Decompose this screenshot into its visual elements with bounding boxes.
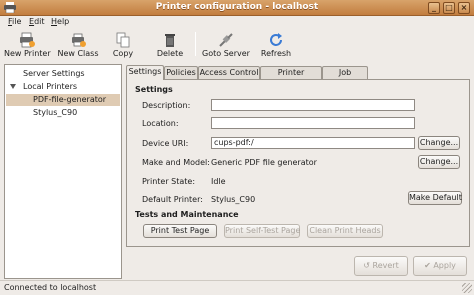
print-test-page-button[interactable]: Print Test Page (143, 224, 217, 238)
menu-bar: File Edit Help (0, 16, 474, 28)
tab-job-options[interactable]: Job Options (322, 66, 368, 89)
menu-edit-label: dit (34, 17, 45, 26)
description-label: Description: (142, 101, 191, 110)
make-default-button[interactable]: Make Default (408, 191, 462, 205)
revert-icon: ↺ (363, 261, 373, 270)
copy-button[interactable]: Copy (108, 30, 138, 58)
title-bar[interactable]: Printer configuration - localhost _ □ × (0, 0, 474, 16)
close-button[interactable]: × (458, 2, 470, 14)
revert-label: Revert (372, 261, 399, 270)
new-printer-button[interactable]: New Printer (4, 30, 51, 58)
delete-label: Delete (156, 49, 184, 58)
printer-state-label: Printer State: (142, 177, 196, 186)
device-uri-input[interactable]: cups-pdf:/ (211, 137, 415, 149)
apply-icon: ✔ (424, 261, 434, 270)
refresh-icon (270, 33, 282, 46)
new-class-button[interactable]: New Class (56, 30, 100, 58)
minimize-button[interactable]: _ (428, 2, 440, 14)
refresh-button[interactable]: Refresh (258, 30, 294, 58)
tree-item-local-printers[interactable]: Local Printers (6, 81, 120, 93)
goto-server-label: Goto Server (202, 49, 250, 58)
device-uri-label: Device URI: (142, 139, 189, 148)
description-input[interactable] (211, 99, 415, 111)
printer-state-value: Idle (211, 177, 226, 186)
print-self-test-button[interactable]: Print Self-Test Page (224, 224, 300, 238)
tree-item-pdf-file-generator[interactable]: PDF-file-generator (6, 94, 120, 106)
location-input[interactable] (211, 117, 415, 129)
toolbar: New Printer New Class Copy Delete Goto S… (0, 28, 474, 60)
change-uri-button[interactable]: Change... (418, 136, 460, 150)
location-label: Location: (142, 119, 179, 128)
toolbar-separator (195, 32, 196, 56)
expander-icon[interactable] (10, 84, 16, 89)
window-title: Printer configuration - localhost (155, 2, 319, 12)
tab-policies[interactable]: Policies (164, 66, 198, 80)
copy-icon (116, 32, 130, 48)
refresh-label: Refresh (260, 49, 292, 58)
menu-file-label: ile (12, 17, 22, 26)
default-printer-value: Stylus_C90 (211, 195, 256, 204)
settings-panel: Settings Description: Location: Device U… (126, 79, 470, 247)
tree-item-stylus-c90[interactable]: Stylus_C90 (6, 107, 120, 119)
new-printer-icon (20, 32, 35, 48)
goto-server-button[interactable]: Goto Server (202, 30, 250, 58)
maximize-button[interactable]: □ (443, 2, 455, 14)
tab-printer-options[interactable]: Printer Options (260, 66, 322, 89)
revert-button[interactable]: ↺ Revert (354, 256, 408, 276)
default-printer-label: Default Printer: (142, 195, 203, 204)
change-model-button[interactable]: Change... (418, 155, 460, 169)
resize-grip[interactable] (462, 283, 472, 293)
menu-help[interactable]: Help (51, 17, 69, 26)
connect-icon (219, 33, 233, 47)
settings-section-title: Settings (135, 85, 173, 94)
tree-item-label: Local Printers (23, 82, 78, 91)
apply-label: Apply (433, 261, 456, 270)
tree-item-label: Stylus_C90 (33, 108, 78, 117)
make-model-label: Make and Model: (142, 158, 210, 167)
copy-label: Copy (112, 49, 134, 58)
status-text: Connected to localhost (4, 283, 97, 292)
printer-tree[interactable]: Server Settings Local Printers PDF-file-… (4, 64, 122, 279)
status-bar: Connected to localhost (0, 280, 474, 295)
new-printer-label: New Printer (4, 49, 51, 58)
tab-access-control[interactable]: Access Control (198, 66, 260, 80)
tree-item-server-settings[interactable]: Server Settings (6, 68, 120, 80)
make-model-value: Generic PDF file generator (211, 158, 317, 167)
apply-button[interactable]: ✔ Apply (413, 256, 467, 276)
menu-edit[interactable]: Edit (29, 17, 45, 26)
tests-section-title: Tests and Maintenance (135, 210, 239, 219)
menu-file[interactable]: File (8, 17, 21, 26)
menu-help-label: elp (57, 17, 70, 26)
clean-heads-button[interactable]: Clean Print Heads (307, 224, 383, 238)
new-class-label: New Class (57, 49, 99, 58)
delete-button[interactable]: Delete (153, 30, 187, 58)
tab-settings[interactable]: Settings (126, 65, 164, 80)
tree-item-label: PDF-file-generator (33, 95, 107, 104)
trash-icon (165, 34, 175, 47)
tree-item-label: Server Settings (23, 69, 85, 78)
new-class-icon (72, 33, 86, 47)
